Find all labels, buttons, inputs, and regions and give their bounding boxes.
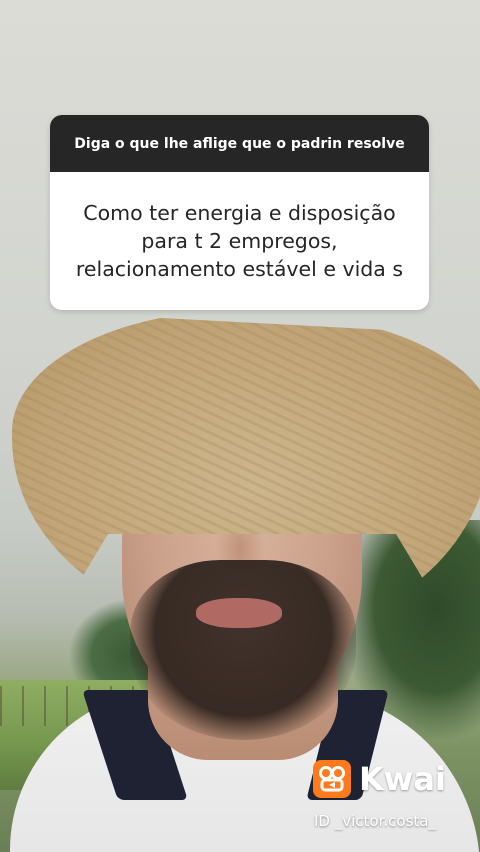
question-prompt: Diga o que lhe aflige que o padrin resol… — [50, 115, 429, 172]
kwai-brand-text: Kwai — [359, 760, 446, 798]
kwai-watermark: Kwai — [313, 760, 446, 798]
person-beard — [130, 560, 356, 740]
kwai-user-id: ID _victor.costa_ — [314, 812, 436, 830]
question-sticker[interactable]: Diga o que lhe aflige que o padrin resol… — [50, 115, 429, 310]
person-mouth — [196, 598, 282, 628]
question-answer: Como ter energia e disposição para t 2 e… — [75, 201, 404, 281]
kwai-logo-icon — [313, 760, 351, 798]
